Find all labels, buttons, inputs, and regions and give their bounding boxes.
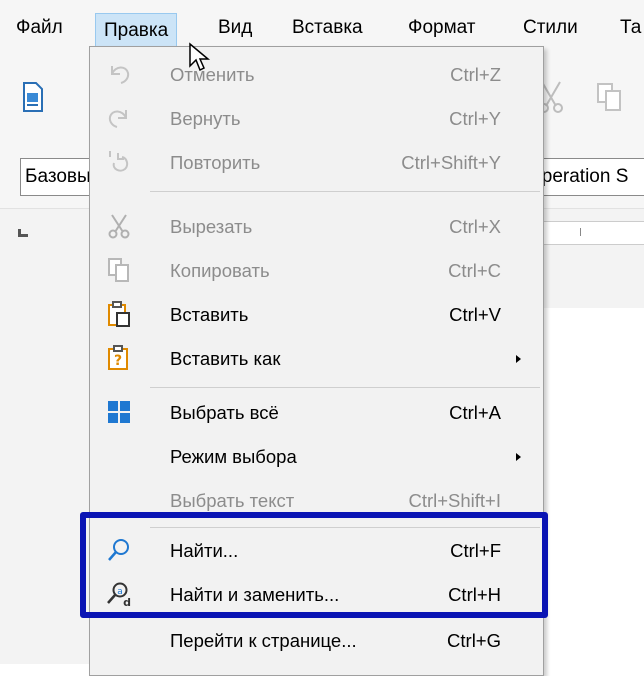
- menu-item-label: Вернуть: [170, 108, 241, 129]
- menu-item-label: Выбрать всё: [170, 402, 279, 423]
- menu-format[interactable]: Формат: [408, 16, 476, 40]
- menu-item-repeat[interactable]: Повторить Ctrl+Shift+Y: [90, 141, 543, 185]
- menu-item-shortcut: Ctrl+C: [448, 260, 501, 281]
- menu-item-label: Копировать: [170, 260, 270, 281]
- menu-file[interactable]: Файл: [16, 16, 63, 40]
- menu-item-label: Перейти к странице...: [170, 630, 357, 651]
- menu-item-undo[interactable]: Отменить Ctrl+Z: [90, 53, 543, 97]
- tab-stop-marker[interactable]: [18, 229, 28, 237]
- menu-item-shortcut: Ctrl+Z: [450, 64, 501, 85]
- menu-item-label: Вставить: [170, 304, 249, 325]
- menu-item-selection-mode[interactable]: Режим выбора: [90, 435, 543, 479]
- mouse-pointer-icon: [189, 42, 211, 72]
- menu-item-label: Повторить: [170, 152, 261, 173]
- menu-item-shortcut: Ctrl+Shift+Y: [401, 152, 501, 173]
- menu-item-shortcut: Ctrl+A: [449, 402, 501, 423]
- paste-icon: [108, 301, 130, 327]
- menu-item-shortcut: Ctrl+Y: [449, 108, 501, 129]
- menu-item-select-all[interactable]: Выбрать всё Ctrl+A: [90, 391, 543, 435]
- document-page[interactable]: [540, 308, 644, 664]
- menu-item-label: Вырезать: [170, 216, 253, 237]
- menu-item-shortcut: Ctrl+X: [449, 216, 501, 237]
- undo-icon: [111, 66, 130, 84]
- menu-item-paste-special[interactable]: ? Вставить как: [90, 337, 543, 381]
- highlight-box: [80, 512, 548, 618]
- copy-icon: [108, 258, 129, 282]
- menu-item-copy[interactable]: Копировать Ctrl+C: [90, 249, 543, 293]
- menu-edit[interactable]: Правка: [95, 13, 178, 47]
- svg-text:?: ?: [114, 353, 122, 369]
- cut-icon: [108, 214, 130, 239]
- menu-view[interactable]: Вид: [218, 16, 252, 40]
- menu-styles[interactable]: Стили: [523, 16, 578, 40]
- select-all-icon: [108, 401, 130, 423]
- menu-item-shortcut: Ctrl+G: [447, 630, 501, 651]
- menu-item-shortcut: Ctrl+V: [449, 304, 501, 325]
- menu-item-redo[interactable]: Вернуть Ctrl+Y: [90, 97, 543, 141]
- menu-item-label: Вставить как: [170, 348, 281, 369]
- menu-item-cut[interactable]: Вырезать Ctrl+X: [90, 205, 543, 249]
- menu-item-go-to-page[interactable]: Перейти к странице... Ctrl+G: [90, 619, 543, 663]
- menu-separator: [150, 191, 540, 192]
- menu-separator: [150, 387, 540, 388]
- submenu-arrow-icon: [516, 355, 521, 363]
- paste-special-icon: ?: [108, 345, 128, 370]
- menu-item-label: Отменить: [170, 64, 255, 85]
- redo-icon: [108, 110, 127, 128]
- menu-insert[interactable]: Вставка: [292, 16, 363, 40]
- menu-table[interactable]: Та: [620, 16, 641, 40]
- menu-item-paste[interactable]: Вставить Ctrl+V: [90, 293, 543, 337]
- new-document-icon[interactable]: [22, 82, 44, 112]
- repeat-icon: [109, 151, 129, 172]
- submenu-arrow-icon: [516, 453, 521, 461]
- ruler-tick: [580, 228, 581, 236]
- menu-item-label: Режим выбора: [170, 446, 297, 467]
- copy-toolbar-icon[interactable]: [596, 82, 624, 112]
